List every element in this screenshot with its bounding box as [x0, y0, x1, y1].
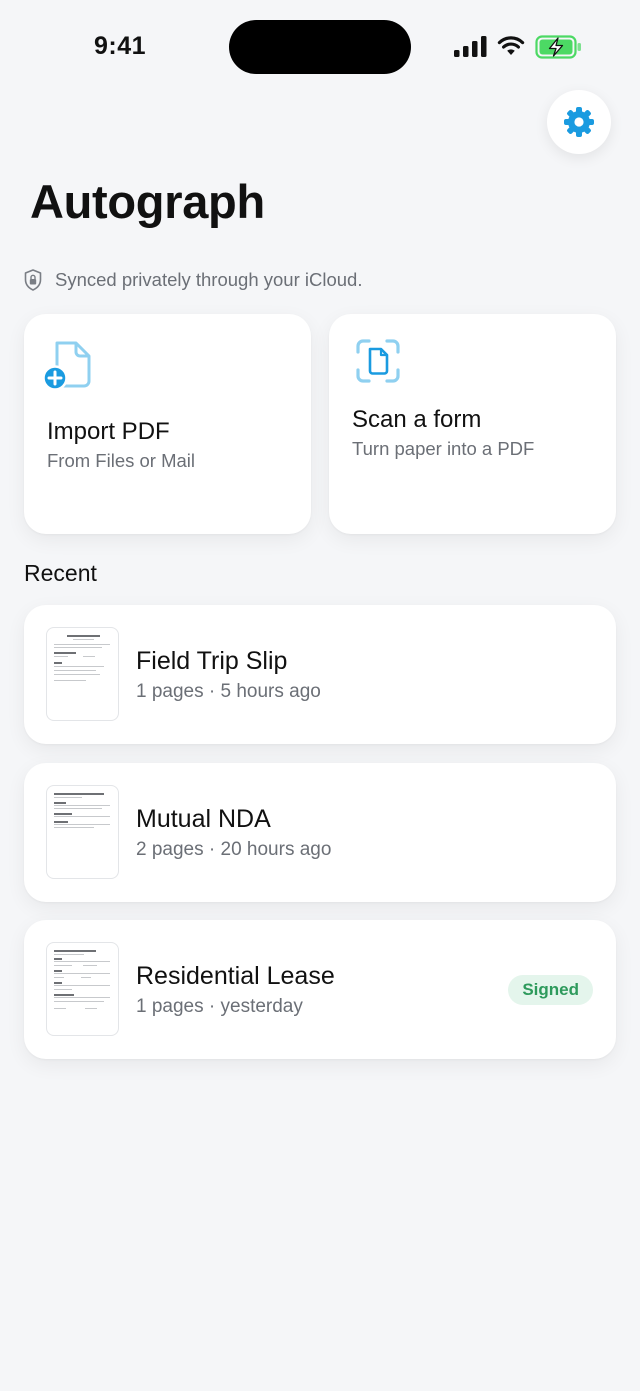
lock-icon — [24, 269, 42, 291]
document-title: Field Trip Slip — [136, 647, 288, 675]
document-meta: 1 pages · yesterday — [136, 996, 303, 1017]
battery-charging-icon — [535, 35, 581, 59]
wifi-icon — [497, 36, 525, 55]
sync-text: Synced privately through your iCloud. — [55, 269, 363, 290]
document-meta: 2 pages · 20 hours ago — [136, 839, 332, 860]
dynamic-island — [229, 20, 411, 74]
document-thumbnail — [46, 942, 119, 1036]
settings-button[interactable] — [547, 90, 611, 154]
document-thumbnail — [46, 627, 119, 721]
scan-form-subtitle: Turn paper into a PDF — [352, 438, 535, 459]
document-title: Residential Lease — [136, 962, 335, 990]
signal-bars-icon — [454, 36, 487, 57]
page-title: Autograph — [30, 175, 265, 228]
sync-note: Synced privately through your iCloud. — [24, 268, 362, 292]
status-time: 9:41 — [94, 32, 147, 60]
status-bar: 9:41 — [0, 0, 640, 92]
document-row-residential-lease[interactable]: Residential Lease 1 pages · yesterday Si… — [24, 920, 616, 1059]
import-pdf-title: Import PDF — [47, 418, 170, 445]
document-meta: 1 pages · 5 hours ago — [136, 681, 321, 702]
document-row-mutual-nda[interactable]: Mutual NDA 2 pages · 20 hours ago — [24, 763, 616, 902]
scan-form-card[interactable]: Scan a form Turn paper into a PDF — [329, 314, 616, 534]
document-plus-icon — [42, 341, 91, 391]
document-title: Mutual NDA — [136, 805, 271, 833]
signed-badge: Signed — [508, 975, 593, 1005]
document-thumbnail — [46, 785, 119, 879]
scan-form-title: Scan a form — [352, 406, 482, 433]
gear-icon — [564, 107, 594, 137]
import-pdf-subtitle: From Files or Mail — [47, 450, 196, 471]
recent-heading: Recent — [24, 560, 97, 586]
document-row-field-trip-slip[interactable]: Field Trip Slip 1 pages · 5 hours ago — [24, 605, 616, 744]
import-pdf-card[interactable]: Import PDF From Files or Mail — [24, 314, 311, 534]
document-scan-icon — [356, 339, 400, 383]
